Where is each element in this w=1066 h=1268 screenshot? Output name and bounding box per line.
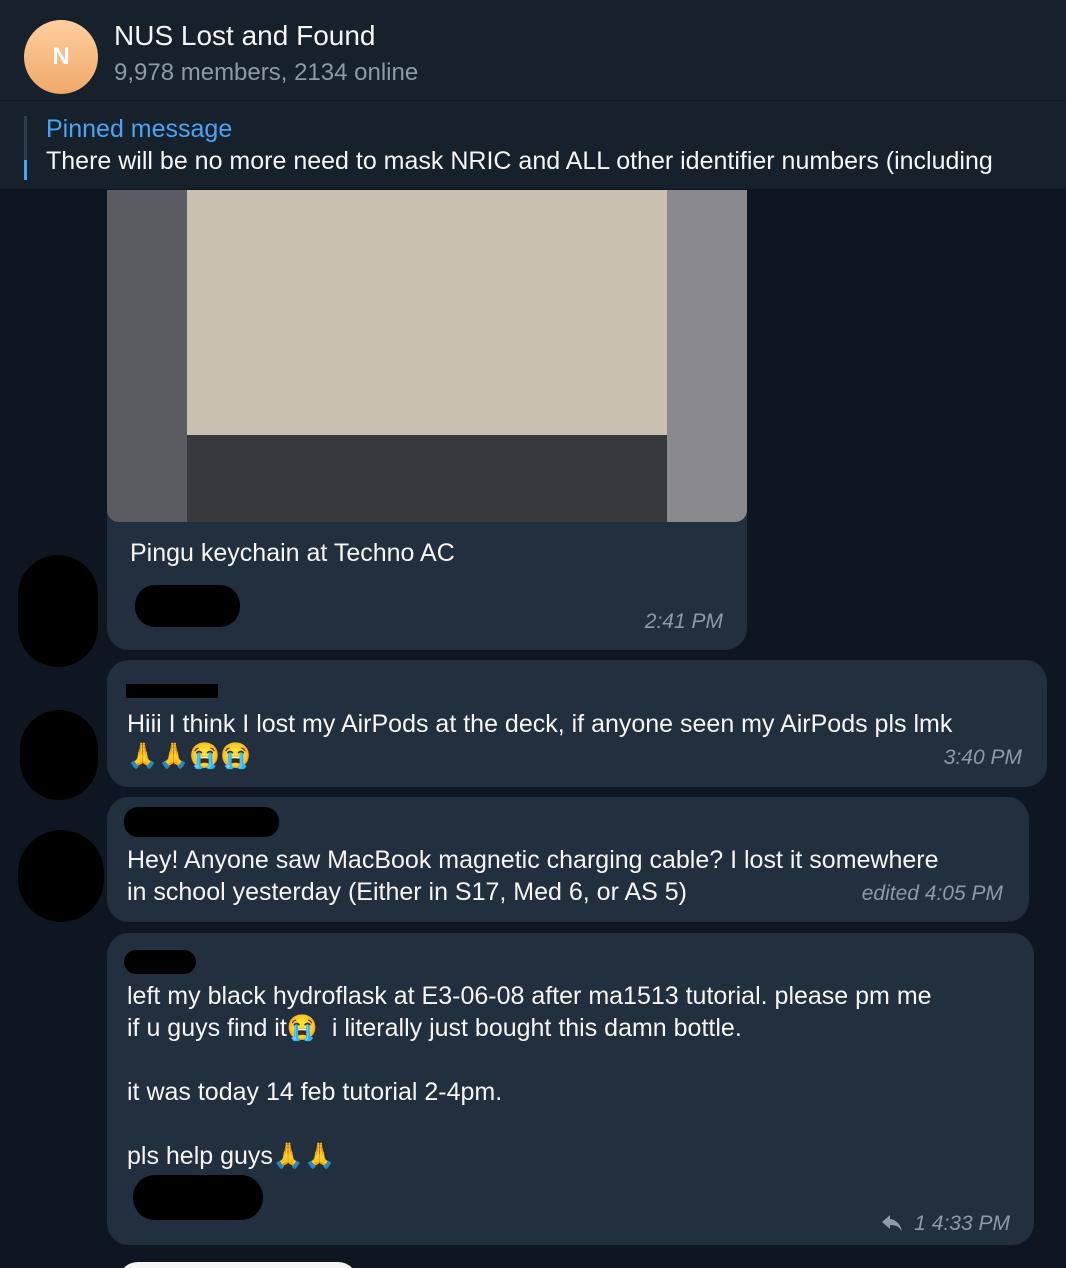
photo-shadow: [187, 435, 667, 522]
message-text: Pingu keychain at Techno AC: [130, 539, 455, 567]
next-message-peek: [118, 1262, 358, 1268]
redacted-avatar: [20, 710, 98, 800]
message-text: Hiii I think I lost my AirPods at the de…: [127, 710, 953, 770]
redacted-reaction: [135, 585, 240, 627]
pinned-text: There will be no more need to mask NRIC …: [46, 147, 993, 175]
photo-side: [667, 190, 747, 522]
redacted-avatar: [18, 830, 104, 922]
redacted-sender-name: [126, 684, 218, 698]
message-text: left my black hydroflask at E3-06-08 aft…: [127, 982, 932, 1170]
redacted-sender-name: [124, 807, 279, 837]
photo-desk: [187, 190, 667, 435]
message-time: edited 4:05 PM: [861, 882, 1003, 905]
group-avatar[interactable]: N: [24, 20, 98, 94]
pinned-message-bar[interactable]: Pinned message There will be no more nee…: [0, 101, 1066, 190]
group-title[interactable]: NUS Lost and Found: [114, 20, 376, 52]
chat-header[interactable]: N NUS Lost and Found 9,978 members, 2134…: [0, 0, 1066, 101]
message-time: 1 4:33 PM: [914, 1212, 1010, 1235]
redacted-reaction: [133, 1175, 263, 1220]
message-list[interactable]: Pingu keychain at Techno AC 2:41 PM Hiii…: [0, 190, 1066, 1268]
pin-indicator-active: [24, 160, 27, 180]
pinned-label: Pinned message: [46, 115, 233, 143]
message-photo[interactable]: [107, 190, 747, 522]
member-count: 9,978 members, 2134 online: [114, 59, 419, 86]
redacted-sender-name: [124, 950, 196, 974]
redacted-avatar: [18, 555, 98, 667]
message-time: 3:40 PM: [943, 746, 1022, 769]
message-time: 2:41 PM: [644, 610, 723, 633]
